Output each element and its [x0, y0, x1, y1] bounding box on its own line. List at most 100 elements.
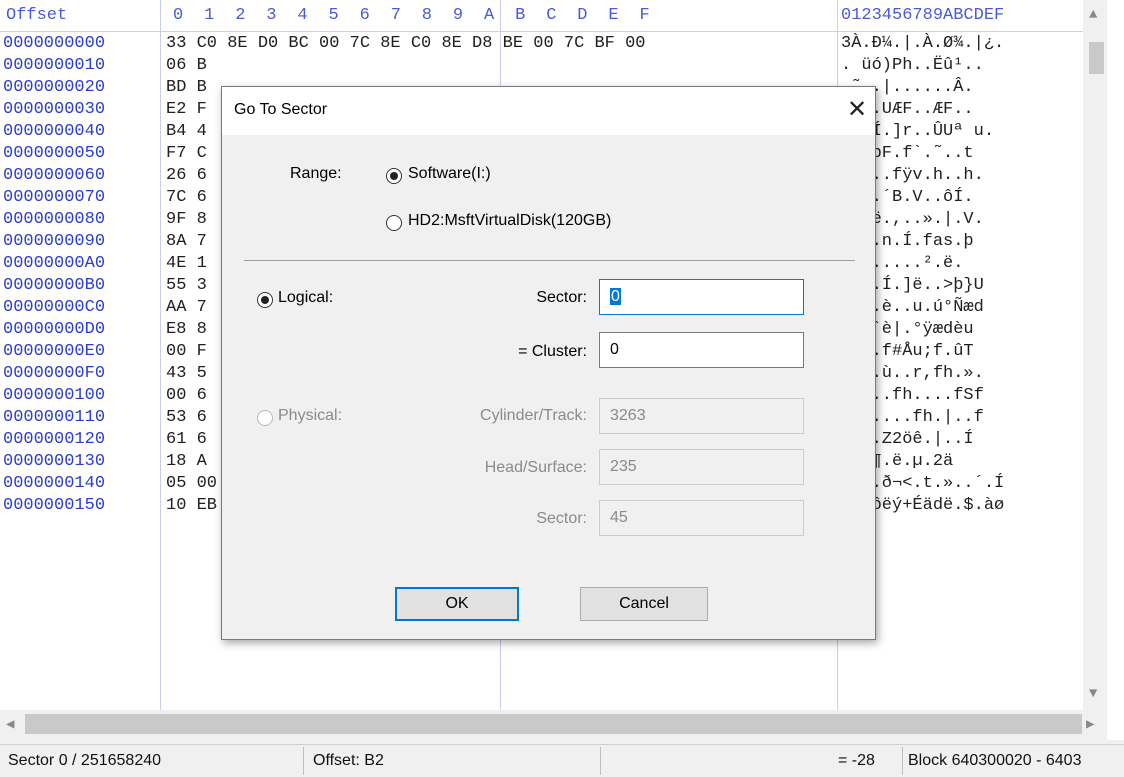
hex-column-header: 5 — [328, 6, 339, 25]
row-hex-bytes[interactable]: 9F 8 — [166, 209, 207, 231]
vertical-scroll-thumb[interactable] — [1089, 42, 1104, 74]
cluster-label: = Cluster: — [518, 343, 587, 360]
logical-label[interactable]: Logical: — [278, 289, 333, 307]
range-option-label[interactable]: Software(I:) — [408, 165, 491, 183]
hex-column-header: 1 — [204, 6, 215, 25]
head-label: Head/Surface: — [484, 459, 587, 476]
row-ascii[interactable]: ..Í.Z2öê.|..Í — [841, 429, 1081, 451]
sector-input[interactable]: 0 — [599, 279, 804, 315]
status-divider — [303, 747, 304, 775]
hex-column-header: 3 — [266, 6, 277, 25]
radio-icon[interactable] — [257, 292, 273, 308]
row-offset: 0000000090 — [3, 232, 106, 251]
hex-column-header: 8 — [421, 6, 432, 25]
row-hex-bytes[interactable]: 55 3 — [166, 275, 207, 297]
radio-icon[interactable] — [386, 215, 402, 231]
row-ascii[interactable]: ä.V.Í.]ë..>þ}U — [841, 275, 1081, 297]
close-icon[interactable]: ✕ — [842, 95, 872, 125]
go-to-sector-dialog: Go To Sector ✕ Range: Software(I:) HD2:M… — [221, 86, 876, 640]
row-hex-bytes[interactable]: 53 6 — [166, 407, 207, 429]
scroll-up-icon[interactable]: ▲ — [1089, 7, 1097, 23]
row-ascii[interactable]: .ëòôëý+Éädë.$.àø — [841, 495, 1081, 517]
row-ascii[interactable]: .t.þF.f`.˜..t — [841, 143, 1081, 165]
row-hex-bytes[interactable]: 33 C0 8E D0 BC 00 7C 8E C0 8E D8 BE 00 7… — [166, 33, 645, 55]
scroll-left-icon[interactable]: ◀ — [6, 716, 14, 733]
physical-sector-input: 45 — [599, 500, 804, 536]
row-ascii[interactable]: h....fÿv.h..h. — [841, 165, 1081, 187]
sector-label: Sector: — [536, 289, 587, 306]
row-offset: 0000000130 — [3, 452, 106, 471]
row-ascii[interactable]: . üó)Ph..Ëû¹.. — [841, 55, 1081, 77]
row-offset: 0000000080 — [3, 210, 106, 229]
row-ascii[interactable]: ª UÍ.]r..ÛUª u. — [841, 121, 1081, 143]
row-hex-bytes[interactable]: 00 6 — [166, 385, 207, 407]
row-ascii[interactable]: ˜..|......Â. — [841, 77, 1081, 99]
ok-button[interactable]: OK — [395, 587, 519, 621]
row-ascii[interactable]: n.˜.....².ë. — [841, 253, 1081, 275]
radio-icon — [257, 410, 273, 426]
row-ascii[interactable]: Í..ë.,..».|.V. — [841, 209, 1081, 231]
row-ascii[interactable]: hÿv.è..u.ú°Ñæd — [841, 297, 1081, 319]
row-offset: 00000000A0 — [3, 254, 106, 273]
status-value: = -28 — [838, 752, 875, 769]
row-hex-bytes[interactable]: E2 F — [166, 99, 207, 121]
dialog-title-bar[interactable]: Go To Sector ✕ — [222, 87, 875, 135]
row-offset: 0000000150 — [3, 496, 106, 515]
row-ascii[interactable]: .N..n.Í.fas.þ — [841, 231, 1081, 253]
horizontal-scroll-thumb[interactable] — [25, 714, 1082, 734]
header-divider — [0, 31, 1083, 32]
vertical-scrollbar[interactable] — [1083, 0, 1107, 710]
dialog-separator — [244, 260, 855, 261]
hex-column-header: 9 — [452, 6, 464, 25]
row-offset: 0000000100 — [3, 386, 106, 405]
cluster-input[interactable]: 0 — [599, 332, 804, 368]
row-ascii[interactable]: Ufh....fh.|..f — [841, 407, 1081, 429]
row-hex-bytes[interactable]: 18 A — [166, 451, 207, 473]
row-ascii[interactable]: 3À.Ð¼.|.À.Ø¾.|¿. — [841, 33, 1081, 55]
row-offset: 00000000F0 — [3, 364, 106, 383]
row-offset: 0000000000 — [3, 34, 106, 53]
row-offset: 0000000070 — [3, 188, 106, 207]
row-hex-bytes[interactable]: 4E 1 — [166, 253, 207, 275]
row-hex-bytes[interactable]: B4 4 — [166, 121, 207, 143]
hex-column-header: 7 — [390, 6, 401, 25]
range-option-label[interactable]: HD2:MsftVirtualDisk(120GB) — [408, 212, 611, 230]
row-hex-bytes[interactable]: 00 F — [166, 341, 207, 363]
row-hex-bytes[interactable]: 43 5 — [166, 363, 207, 385]
row-ascii[interactable]: .»Í.f#Åu;f.ûT — [841, 341, 1081, 363]
row-hex-bytes[interactable]: 06 B — [166, 55, 207, 77]
cancel-button[interactable]: Cancel — [580, 587, 708, 621]
row-hex-bytes[interactable]: AA 7 — [166, 297, 207, 319]
status-block: Block 640300020 - 6403 — [908, 752, 1082, 769]
row-ascii[interactable]: ....ð¬<.t.»..´.Í — [841, 473, 1081, 495]
row-offset: 0000000040 — [3, 122, 106, 141]
row-offset: 0000000120 — [3, 430, 106, 449]
scroll-right-icon[interactable]: ▶ — [1086, 716, 1094, 733]
row-hex-bytes[interactable]: F7 C — [166, 143, 207, 165]
row-offset: 00000000D0 — [3, 320, 106, 339]
row-ascii[interactable]: .ë.¶.ë.µ.2ä — [841, 451, 1081, 473]
status-bar: Sector 0 / 251658240 Offset: B2 = -28 Bl… — [0, 744, 1124, 777]
row-ascii[interactable]: Âu2.ù..r,fh.». — [841, 363, 1081, 385]
row-hex-bytes[interactable]: 61 6 — [166, 429, 207, 451]
offset-column-header: Offset — [6, 6, 68, 25]
radio-icon[interactable] — [386, 168, 402, 184]
head-input: 235 — [599, 449, 804, 485]
hex-column-header: 4 — [297, 6, 308, 25]
row-offset: 00000000B0 — [3, 276, 106, 295]
row-ascii[interactable]: .h..´B.V..ôÍ. — [841, 187, 1081, 209]
row-ascii[interactable]: ..V.UÆF..ÆF.. — [841, 99, 1081, 121]
row-hex-bytes[interactable]: E8 8 — [166, 319, 207, 341]
scroll-down-icon[interactable]: ▼ — [1089, 686, 1097, 702]
row-ascii[interactable]: °ßæ`è|.°ÿædèu — [841, 319, 1081, 341]
row-hex-bytes[interactable]: BD B — [166, 77, 207, 99]
row-hex-bytes[interactable]: 8A 7 — [166, 231, 207, 253]
row-hex-bytes[interactable]: 26 6 — [166, 165, 207, 187]
status-offset: Offset: B2 — [313, 752, 384, 769]
table-row[interactable]: 0000000010 06 B . üó)Ph..Ëû¹.. — [0, 55, 1083, 77]
row-ascii[interactable]: h....fh....fSf — [841, 385, 1081, 407]
table-row[interactable]: 0000000000 33 C0 8E D0 BC 00 7C 8E C0 8E … — [0, 33, 1083, 55]
hex-column-header: 0 — [173, 6, 184, 25]
row-hex-bytes[interactable]: 7C 6 — [166, 187, 207, 209]
cylinder-label: Cylinder/Track: — [480, 407, 587, 424]
